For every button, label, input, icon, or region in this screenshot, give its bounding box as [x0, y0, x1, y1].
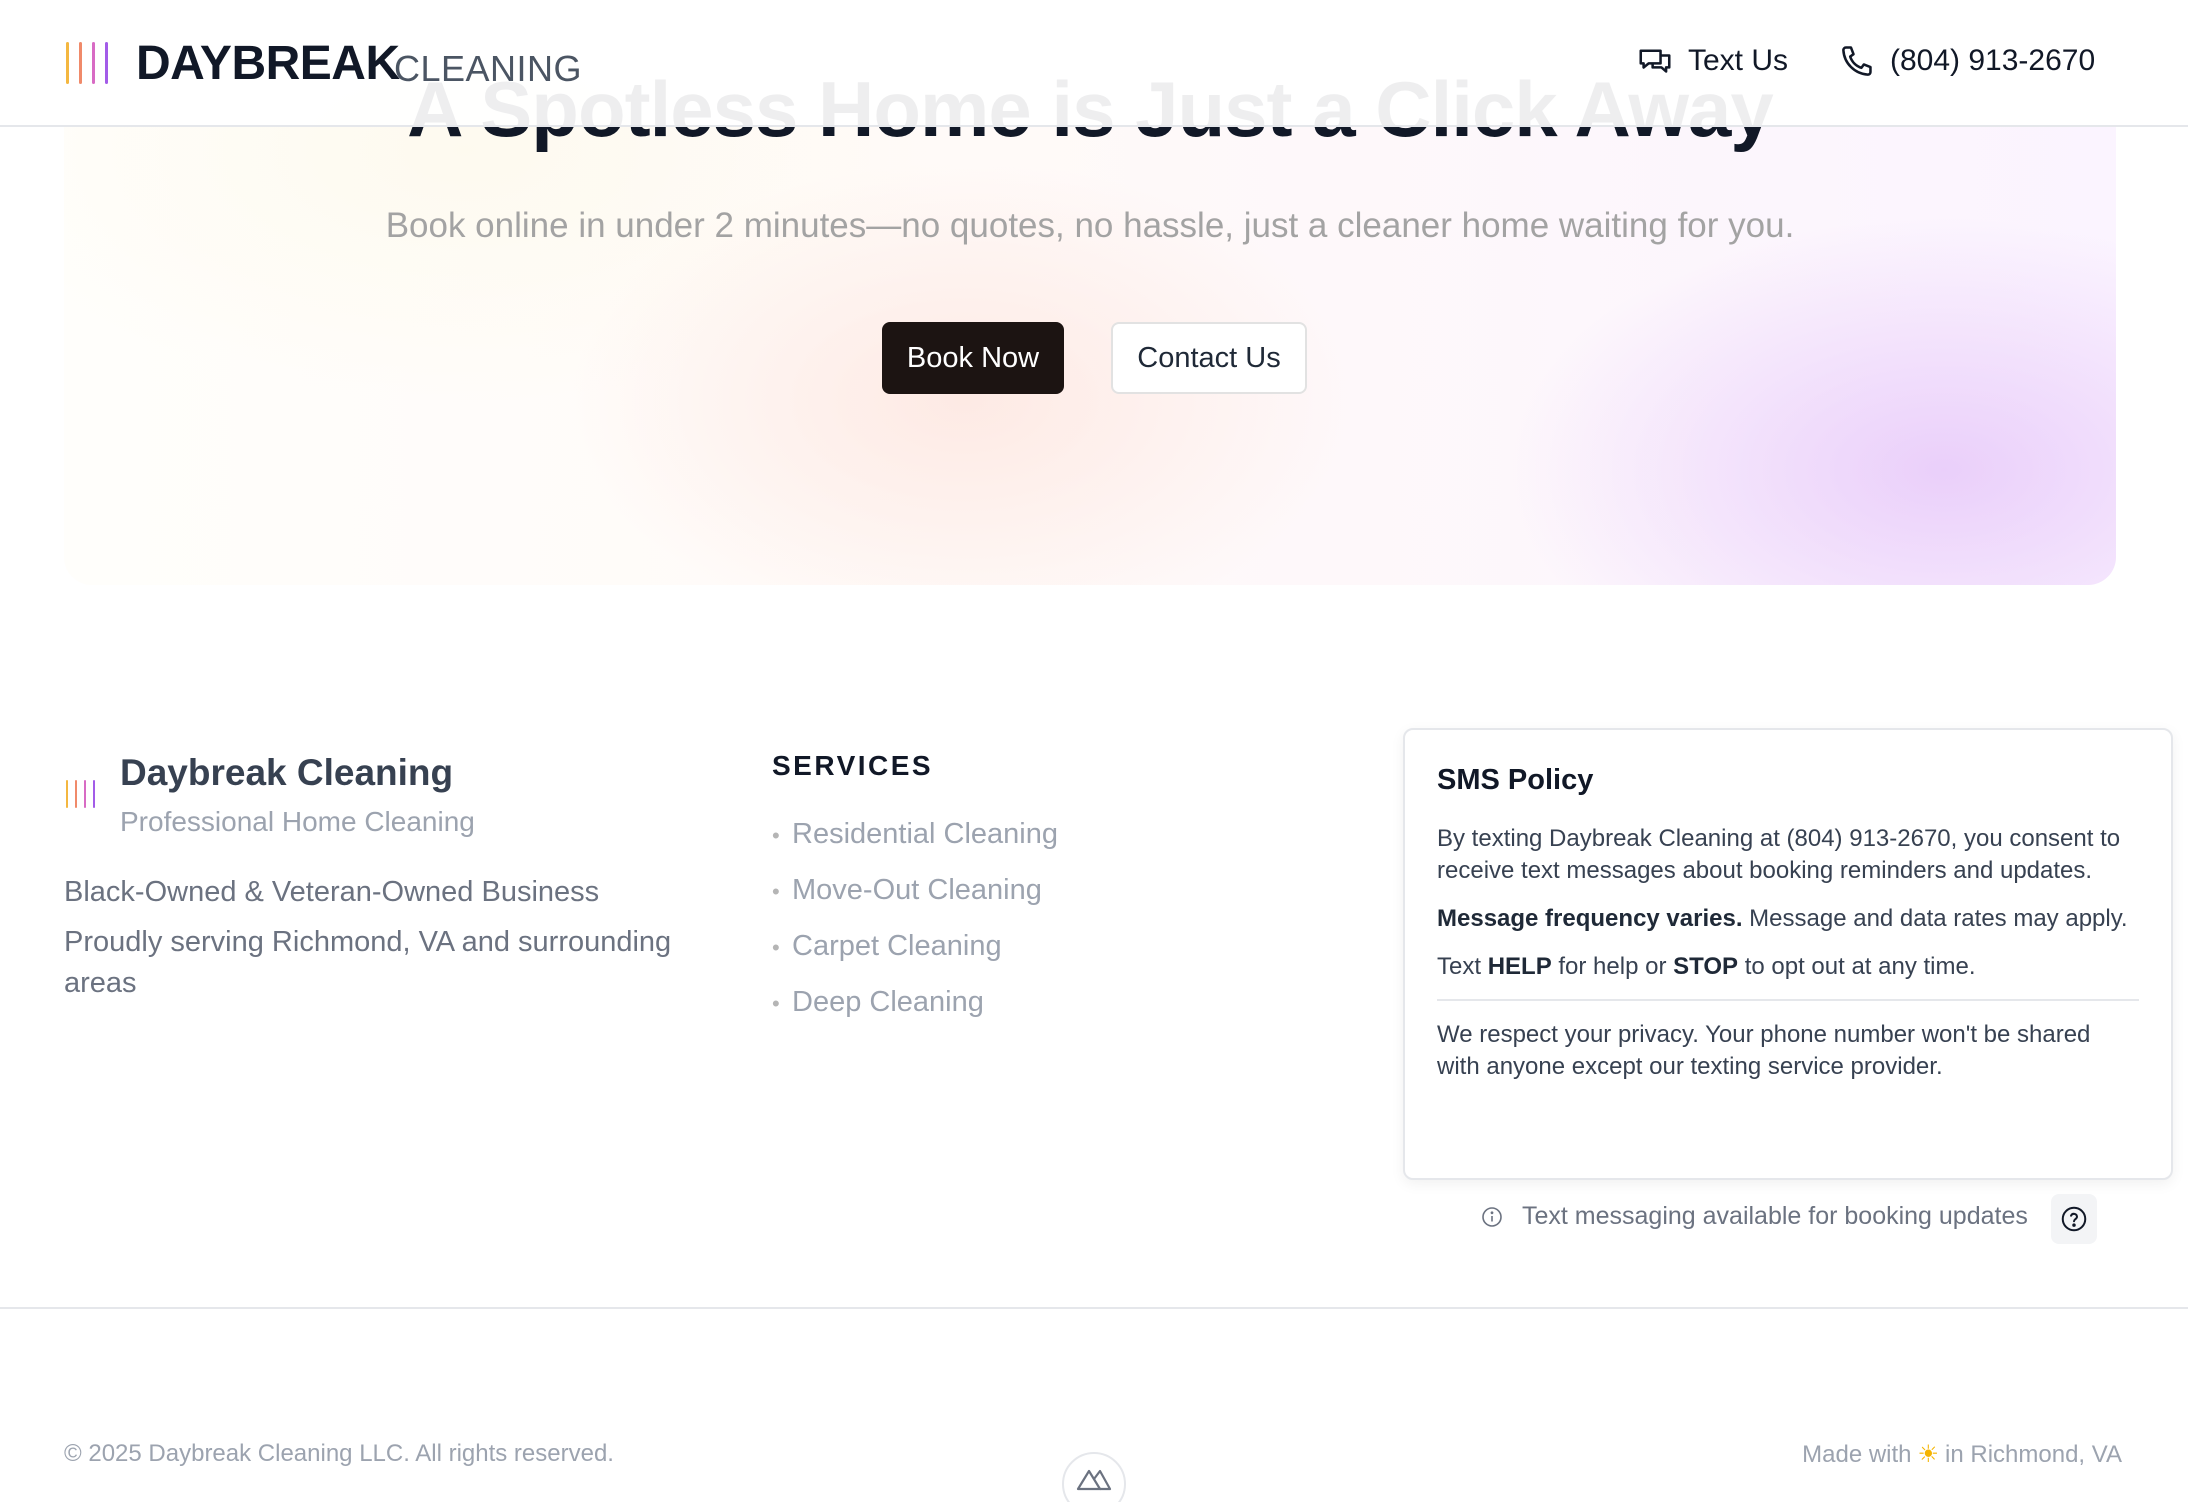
question-circle-icon: [2061, 1206, 2087, 1232]
text-us-link[interactable]: Text Us: [1636, 42, 1788, 80]
logo-bar-4: [105, 42, 108, 84]
sms-help-keyword: HELP: [1487, 953, 1552, 980]
logo-bar-2: [79, 42, 82, 84]
services-list: • Residential Cleaning • Move-Out Cleaning…: [772, 818, 1058, 1042]
service-area-text: Proudly serving Richmond, VA and surroun…: [64, 926, 672, 999]
brand-subtitle[interactable]: CLEANING: [394, 48, 582, 90]
info-icon: [1482, 1206, 1502, 1227]
brand-name[interactable]: DAYBREAK: [136, 36, 400, 91]
sms-frequency-rest: Message and data rates may apply.: [1742, 905, 2128, 932]
bullet-icon: •: [772, 823, 780, 848]
footer-logo-bar-2: [75, 780, 77, 808]
sms-frequency-bold: Message frequency varies.: [1437, 905, 1743, 932]
footer-logo-bar-4: [93, 780, 95, 808]
bullet-icon: •: [772, 935, 780, 960]
sms-policy-popover: SMS Policy By texting Daybreak Cleaning …: [1403, 728, 2173, 1180]
sms-consent-text: By texting Daybreak Cleaning at (804) 91…: [1437, 825, 2121, 884]
sms-optout-pre: Text: [1437, 953, 1488, 980]
sun-icon: ☀: [1917, 1441, 1940, 1468]
footer-brand-tagline: Professional Home Cleaning: [120, 806, 475, 837]
logo-bar-1: [66, 42, 69, 84]
sms-stop-keyword: STOP: [1673, 953, 1739, 980]
services-heading: SERVICES: [772, 750, 934, 781]
hero-subtitle: Book online in under 2 minutes—no quotes…: [385, 206, 1795, 245]
service-link-move-out[interactable]: • Move-Out Cleaning: [772, 874, 1058, 930]
phone-link[interactable]: (804) 913-2670: [1838, 42, 2095, 80]
footer-divider: [0, 1307, 2188, 1309]
sms-note-label: Text messaging available for booking upd…: [1522, 1202, 2028, 1230]
sms-privacy-text: We respect your privacy. Your phone numb…: [1437, 1021, 2091, 1080]
phone-icon: [1842, 46, 1872, 76]
service-link-residential[interactable]: • Residential Cleaning: [772, 818, 1058, 874]
service-link-deep[interactable]: • Deep Cleaning: [772, 986, 1058, 1042]
sms-policy-title: SMS Policy: [1437, 764, 1594, 796]
sms-optout-text: Text HELP for help or STOP to opt out at…: [1437, 951, 2139, 983]
nuxt-devtools-button[interactable]: [1062, 1452, 1126, 1502]
bullet-icon: •: [772, 991, 780, 1016]
ownership-text: Black-Owned & Veteran-Owned Business: [64, 876, 600, 908]
footer-logo-bar-1: [66, 780, 68, 808]
service-label: Move-Out Cleaning: [792, 874, 1042, 906]
phone-label: (804) 913-2670: [1890, 44, 2096, 77]
sms-optout-post: to opt out at any time.: [1738, 953, 1976, 980]
service-link-carpet[interactable]: • Carpet Cleaning: [772, 930, 1058, 986]
bullet-icon: •: [772, 879, 780, 904]
nuxt-logo-icon: [1076, 1469, 1112, 1491]
service-label: Deep Cleaning: [792, 986, 984, 1018]
logo-icon[interactable]: [66, 42, 108, 84]
sms-policy-help-button[interactable]: [2051, 1194, 2097, 1244]
made-with-text: Made with ☀ in Richmond, VA: [1802, 1440, 2122, 1469]
made-with-pre: Made with: [1802, 1440, 1912, 1468]
contact-us-button[interactable]: Contact Us: [1111, 322, 1307, 394]
book-now-button[interactable]: Book Now: [882, 322, 1064, 394]
chat-bubbles-icon: [1639, 49, 1671, 73]
footer-logo-bar-3: [84, 780, 86, 808]
footer-logo-icon: [66, 780, 95, 808]
footer-brand-name: Daybreak Cleaning: [120, 752, 454, 793]
service-label: Carpet Cleaning: [792, 930, 1002, 962]
site-header: DAYBREAK CLEANING Text Us (804) 913-2670: [0, 0, 2188, 127]
sms-availability-note: Text messaging available for booking upd…: [1480, 1202, 2028, 1231]
sms-frequency-text: Message frequency varies. Message and da…: [1437, 903, 2139, 935]
text-us-label: Text Us: [1688, 44, 1789, 77]
service-label: Residential Cleaning: [792, 818, 1058, 850]
sms-divider: [1437, 999, 2139, 1001]
logo-bar-3: [92, 42, 95, 84]
sms-optout-mid: for help or: [1551, 953, 1674, 980]
copyright-text: © 2025 Daybreak Cleaning LLC. All rights…: [64, 1440, 614, 1467]
made-with-post: in Richmond, VA: [1945, 1440, 2122, 1468]
